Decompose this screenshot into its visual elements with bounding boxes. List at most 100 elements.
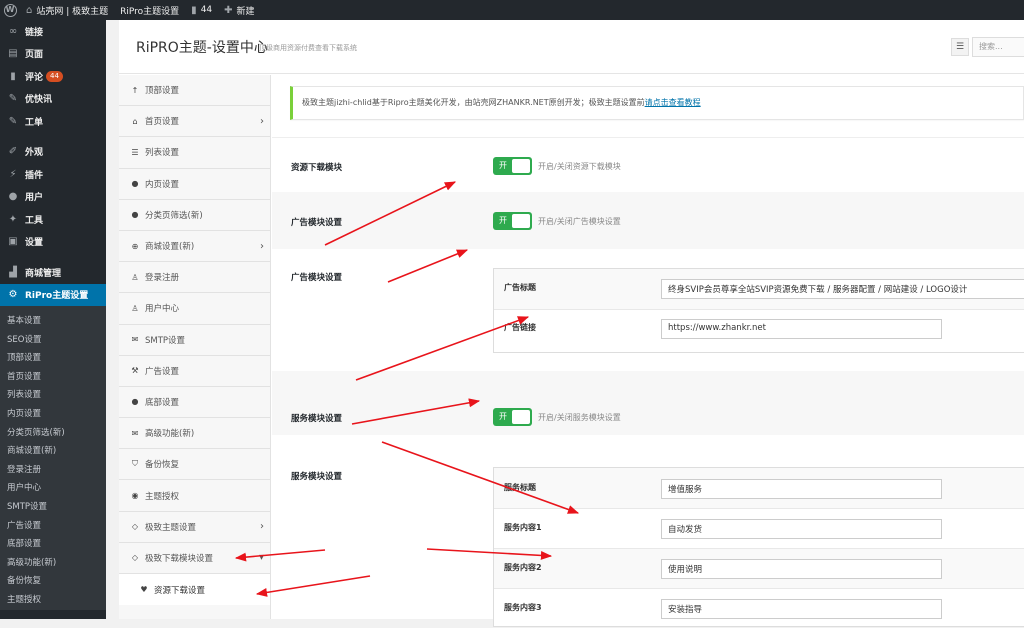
dot-icon: ● [131,179,139,189]
snav-item-advanced[interactable]: ✉ 高级功能(新) [119,418,270,450]
snav-item-top[interactable]: ↑ 顶部设置 [119,75,270,107]
arrow-up-icon: ↑ [131,85,139,95]
download-toggle[interactable]: 开 [493,157,532,175]
setting-description: 开启/关闭资源下载模块 [538,162,621,171]
snav-item-footer[interactable]: ● 底部设置 [119,387,270,419]
menu-item-news[interactable]: ✎ 优快讯 [0,88,106,111]
submenu-item[interactable]: 广告设置 [0,517,106,536]
submenu-item[interactable]: 主题授权 [0,591,106,610]
submenu-item[interactable]: 基本设置 [0,312,106,331]
menu-item-pages[interactable]: ▤ 页面 [0,43,106,66]
snav-item-ads[interactable]: ⚒ 广告设置 [119,356,270,387]
setting-label: 服务模块设置 [291,472,343,482]
snav-item-resource-download[interactable]: ♥ 资源下载设置 [119,574,270,606]
snav-item-jizhi-download[interactable]: ◇ 极致下载模块设置 ▾ [119,543,270,574]
menu-separator [0,133,106,141]
submenu-item[interactable]: 内页设置 [0,405,106,424]
chevron-right-icon: › [260,115,264,127]
settings-icon: ▣ [8,236,18,248]
setting-row-ad-group: 广告模块设置 广告标题 终身SVIP会员尊享全站SVIP资源免费下载 / 服务器… [272,249,1024,371]
settings-panel: RiPRO主题-设置中心 顶级商用资源付费查看下载系统 ☰ 搜索... ↑ 顶部设… [119,20,1024,627]
field-label: 广告链接 [504,323,536,332]
submenu-item[interactable]: SMTP设置 [0,498,106,517]
snav-item-backup[interactable]: ⛉ 备份恢复 [119,449,270,481]
service-toggle[interactable]: 开 [493,408,532,426]
snav-item-login[interactable]: ♙ 登录注册 [119,262,270,294]
service-content3-input[interactable]: 安装指导 [661,599,942,619]
ad-toggle[interactable]: 开 [493,212,532,230]
wrench-icon: ✦ [8,213,18,225]
setting-label: 广告模块设置 [291,218,343,228]
menu-item-users[interactable]: ● 用户 [0,186,106,209]
setting-label: 资源下载模块 [291,163,343,173]
submenu-item[interactable]: 备份恢复 [0,572,106,591]
comments-link[interactable]: ▮ 44 [185,0,218,20]
chevron-right-icon: › [260,240,264,252]
submenu-item[interactable]: 首页设置 [0,368,106,387]
field-row: 广告链接 https://www.zhankr.net [494,310,1024,353]
menu-item-comments[interactable]: ▮ 评论 44 [0,65,106,88]
field-row: 服务内容1 自动发货 [494,509,1024,549]
menu-item-appearance[interactable]: ✐ 外观 [0,141,106,164]
diamond-icon: ◇ [131,553,139,563]
site-name-link[interactable]: ⌂ 站壳网 | 极致主题 [20,0,114,20]
snav-item-user-center[interactable]: ♙ 用户中心 [119,293,270,325]
submenu-item[interactable]: 商城设置(新) [0,442,106,461]
menu-item-settings[interactable]: ▣ 设置 [0,231,106,254]
ad-title-input[interactable]: 终身SVIP会员尊享全站SVIP资源免费下载 / 服务器配置 / 网站建设 / … [661,279,1024,299]
panel-header: RiPRO主题-设置中心 顶级商用资源付费查看下载系统 ☰ 搜索... [119,20,1024,74]
comments-badge: 44 [46,70,63,82]
submenu-item[interactable]: 顶部设置 [0,349,106,368]
submenu-item[interactable]: 分类页筛选(新) [0,424,106,443]
search-input[interactable]: 搜索... [972,37,1024,57]
menu-item-tickets[interactable]: ✎ 工单 [0,110,106,133]
ad-link-input[interactable]: https://www.zhankr.net [661,319,942,339]
field-row: 广告标题 终身SVIP会员尊享全站SVIP资源免费下载 / 服务器配置 / 网站… [494,269,1024,310]
settings-nav: ↑ 顶部设置 ⌂ 首页设置 › ☰ 列表设置 ● 内页设置 ● 分类页筛选(新) ⊕ 商城设置… [119,75,271,619]
setting-row-service-switch: 服务模块设置 开 开启/关闭服务模块设置 [272,371,1024,435]
heart-icon: ♥ [140,585,148,595]
snav-item-license[interactable]: ◉ 主题授权 [119,480,270,512]
dot-icon: ● [131,397,139,407]
chevron-down-icon: ▾ [258,552,264,564]
admin-menu: ∞ 链接 ▤ 页面 ▮ 评论 44 ✎ 优快讯 ✎ 工单 ✐ 外观 ⚡ 插件 ● 用户 ✦ 工具 ▣… [0,20,106,619]
service-fieldset: 服务标题 增值服务 服务内容1 自动发货 服务内容2 使用说明 服务内容3 安装… [493,467,1024,627]
submenu-item[interactable]: 底部设置 [0,535,106,554]
snav-item-smtp[interactable]: ✉ SMTP设置 [119,325,270,356]
submenu-item[interactable]: 用户中心 [0,479,106,498]
snav-item-home[interactable]: ⌂ 首页设置 › [119,106,270,138]
service-title-input[interactable]: 增值服务 [661,479,942,499]
menu-item-shop[interactable]: ▟ 商城管理 [0,261,106,284]
menu-item-tools[interactable]: ✦ 工具 [0,208,106,231]
submenu-item[interactable]: 高级功能(新) [0,554,106,573]
wp-logo-button[interactable]: W [0,0,20,20]
ad-fieldset: 广告标题 终身SVIP会员尊享全站SVIP资源免费下载 / 服务器配置 / 网站… [493,268,1024,353]
ripro-submenu: 基本设置 SEO设置 顶部设置 首页设置 列表设置 内页设置 分类页筛选(新) … [0,306,106,610]
snav-item-inner[interactable]: ● 内页设置 [119,169,270,200]
home-icon: ⌂ [26,4,33,16]
menu-item-ripro-settings[interactable]: ⚙ RiPro主题设置 [0,283,106,306]
snav-item-jizhi-theme[interactable]: ◇ 极致主题设置 › [119,512,270,543]
home-icon: ⌂ [132,116,138,126]
snav-item-category-filter[interactable]: ● 分类页筛选(新) [119,200,270,231]
menu-item-plugins[interactable]: ⚡ 插件 [0,163,106,186]
snav-item-list[interactable]: ☰ 列表设置 [119,137,270,169]
submenu-item[interactable]: 列表设置 [0,386,106,405]
menu-separator [0,253,106,261]
toggle-knob [512,214,530,228]
service-content2-input[interactable]: 使用说明 [661,559,942,579]
list-view-button[interactable]: ☰ [951,38,969,56]
field-label: 服务内容1 [504,523,542,532]
tutorial-link[interactable]: 请点击查看教程 [645,98,701,107]
submenu-item[interactable]: SEO设置 [0,331,106,350]
theme-settings-link[interactable]: RiPro主题设置 [114,0,185,20]
list-icon: ☰ [131,147,139,157]
submenu-item[interactable]: 登录注册 [0,461,106,480]
service-content1-input[interactable]: 自动发货 [661,519,942,539]
menu-item-links[interactable]: ∞ 链接 [0,20,106,43]
info-notice: 极致主题jizhi-chlid基于Ripro主题美化开发，由站壳网ZHANKR.… [290,86,1024,120]
setting-description: 开启/关闭服务模块设置 [538,413,621,422]
link-icon: ∞ [8,25,18,37]
new-content-link[interactable]: ✚ 新建 [218,0,260,20]
snav-item-shop[interactable]: ⊕ 商城设置(新) › [119,231,270,263]
